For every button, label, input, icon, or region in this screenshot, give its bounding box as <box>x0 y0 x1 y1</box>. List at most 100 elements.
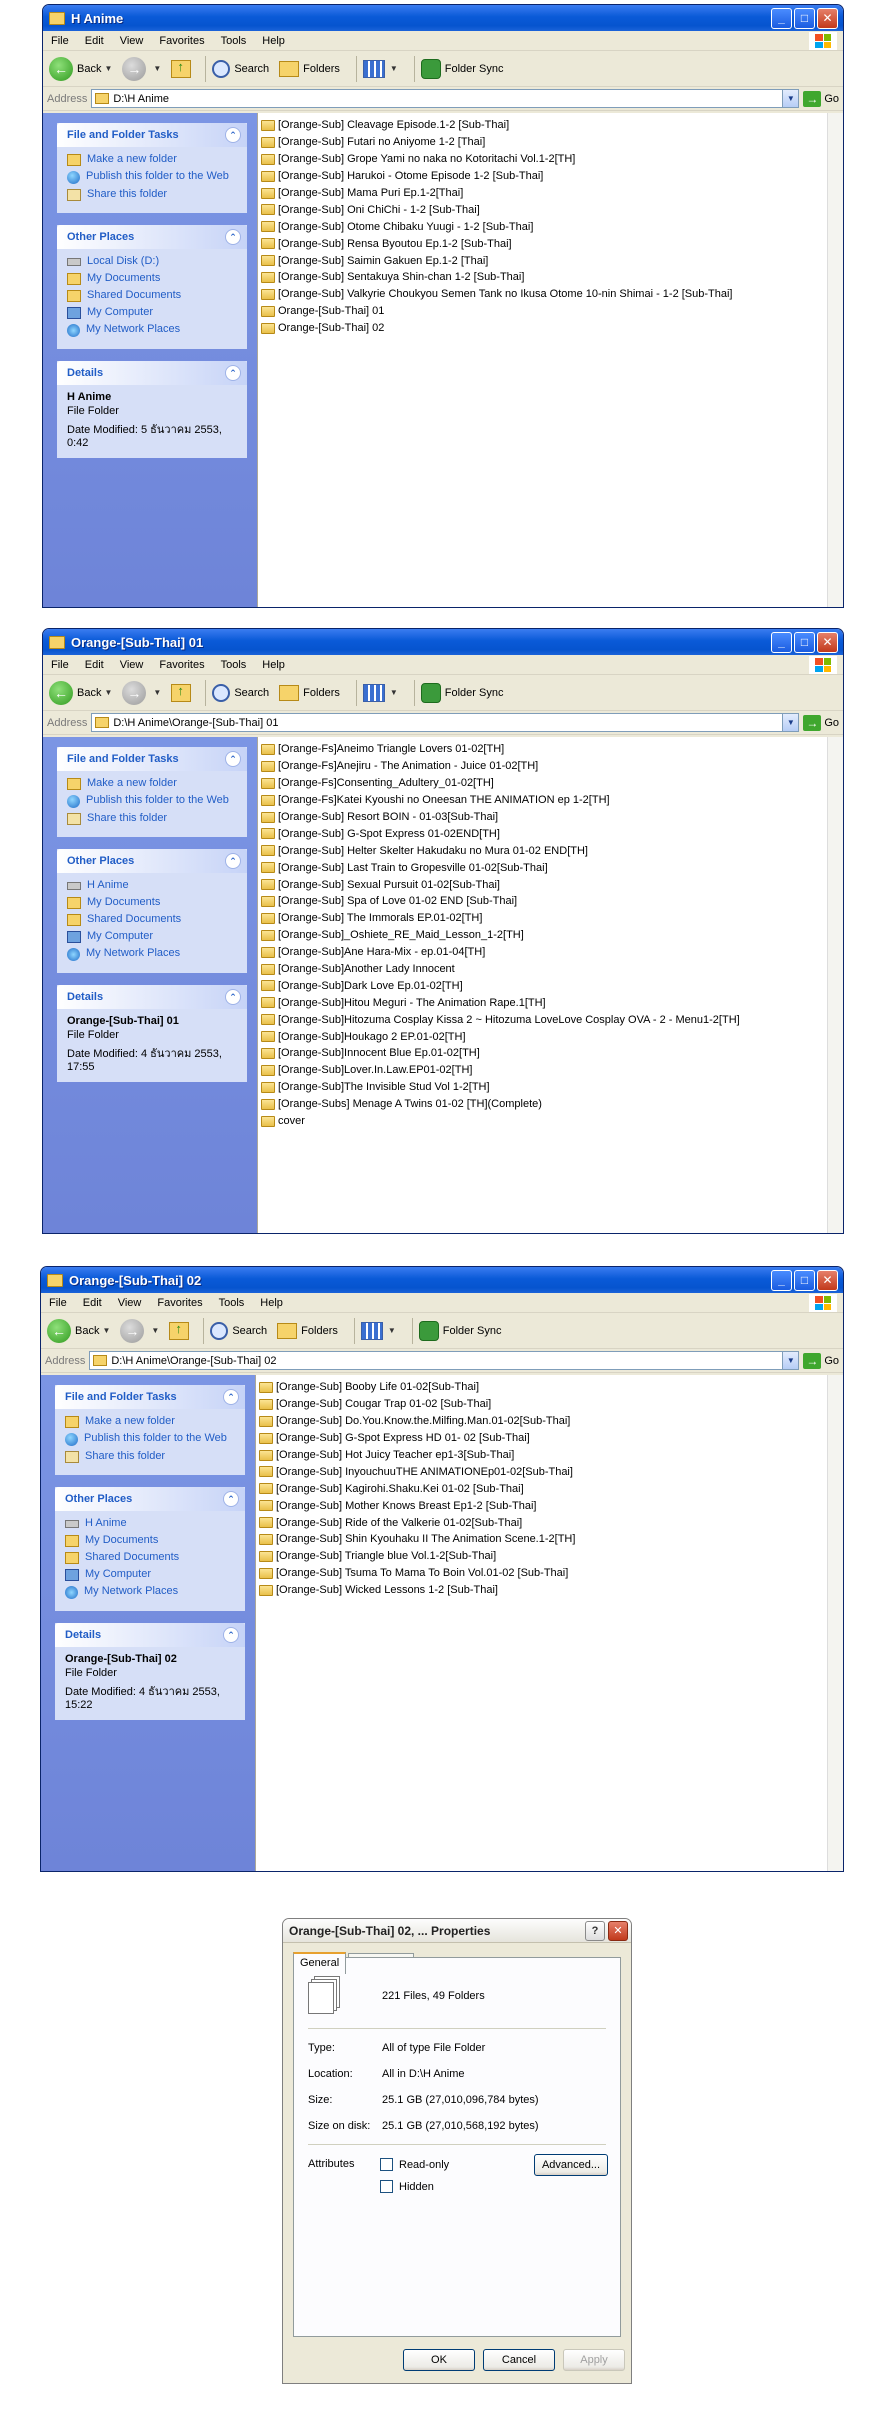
forward-button[interactable]: → ▼ <box>122 56 161 81</box>
make-new-folder-link[interactable]: Make a new folder <box>67 153 239 166</box>
views-button[interactable]: ▼ <box>362 59 398 78</box>
list-item[interactable]: [Orange-Sub] Kagirohi.Shaku.Kei 01-02 [S… <box>259 1480 843 1497</box>
menu-tools[interactable]: Tools <box>211 1297 253 1309</box>
folders-button[interactable]: Folders <box>279 684 340 701</box>
place-link[interactable]: Shared Documents <box>67 289 239 302</box>
folders-button[interactable]: Folders <box>277 1322 338 1339</box>
dialog-title-bar[interactable]: Orange-[Sub-Thai] 02, ... Properties ? ✕ <box>283 1919 631 1943</box>
collapse-icon[interactable]: ⌃ <box>225 853 241 869</box>
chevron-down-icon[interactable]: ▼ <box>151 1326 159 1335</box>
panel-header[interactable]: Other Places ⌃ <box>57 225 247 249</box>
list-item[interactable]: [Orange-Sub] InyouchuuTHE ANIMATIONEp01-… <box>259 1463 843 1480</box>
place-link[interactable]: My Computer <box>65 1568 237 1581</box>
panel-header[interactable]: Details ⌃ <box>57 985 247 1009</box>
help-button[interactable]: ? <box>585 1920 605 1941</box>
go-button[interactable]: → Go <box>803 1352 839 1369</box>
list-item[interactable]: [Orange-Sub]_Oshiete_RE_Maid_Lesson_1-2[… <box>261 927 843 944</box>
close-button[interactable]: ✕ <box>817 7 838 29</box>
list-item[interactable]: [Orange-Sub] Shin Kyouhaku II The Animat… <box>259 1531 843 1548</box>
views-button[interactable]: ▼ <box>362 683 398 702</box>
chevron-down-icon[interactable]: ▼ <box>153 688 161 697</box>
chevron-down-icon[interactable]: ▼ <box>782 1352 799 1369</box>
list-item[interactable]: [Orange-Sub] Valkyrie Choukyou Semen Tan… <box>261 286 843 303</box>
list-item[interactable]: [Orange-Sub]Hitozuma Cosplay Kissa 2 ~ H… <box>261 1011 843 1028</box>
list-item[interactable]: [Orange-Sub]Another Lady Innocent <box>261 961 843 978</box>
place-link[interactable]: Shared Documents <box>67 913 239 926</box>
back-button[interactable]: ← Back ▼ <box>49 680 112 705</box>
list-item[interactable]: [Orange-Sub] Helter Skelter Hakudaku no … <box>261 842 843 859</box>
up-folder-icon[interactable] <box>171 59 192 78</box>
list-item[interactable]: Orange-[Sub-Thai] 01 <box>261 303 843 320</box>
apply-button[interactable]: Apply <box>563 2349 625 2371</box>
readonly-checkbox[interactable]: Read-only <box>380 2158 449 2171</box>
publish-folder-link[interactable]: Publish this folder to the Web <box>67 170 239 184</box>
search-button[interactable]: Search <box>212 683 269 702</box>
list-item[interactable]: [Orange-Subs] Menage A Twins 01-02 [TH](… <box>261 1096 843 1113</box>
list-item[interactable]: [Orange-Sub] Mother Knows Breast Ep1-2 [… <box>259 1497 843 1514</box>
chevron-down-icon[interactable]: ▼ <box>104 64 112 73</box>
maximize-button[interactable]: □ <box>794 1269 815 1291</box>
list-item[interactable]: [Orange-Sub] Otome Chibaku Yuugi - 1-2 [… <box>261 218 843 235</box>
place-link[interactable]: My Computer <box>67 306 239 319</box>
list-item[interactable]: [Orange-Sub] Grope Yami no naka no Kotor… <box>261 151 843 168</box>
place-link[interactable]: Shared Documents <box>65 1551 237 1564</box>
up-folder-icon[interactable] <box>169 1321 190 1340</box>
list-item[interactable]: [Orange-Sub] Ride of the Valkerie 01-02[… <box>259 1514 843 1531</box>
place-link[interactable]: My Documents <box>65 1534 237 1547</box>
chevron-down-icon[interactable]: ▼ <box>782 714 799 731</box>
address-input[interactable]: D:\H Anime\Orange-[Sub-Thai] 02 ▼ <box>89 1351 800 1370</box>
menu-edit[interactable]: Edit <box>75 1297 110 1309</box>
minimize-button[interactable]: _ <box>771 631 792 653</box>
title-bar[interactable]: Orange-[Sub-Thai] 01 _ □ ✕ <box>43 629 843 655</box>
collapse-icon[interactable]: ⌃ <box>225 751 241 767</box>
close-button[interactable]: ✕ <box>608 1920 628 1941</box>
folders-button[interactable]: Folders <box>279 60 340 77</box>
chevron-down-icon[interactable]: ▼ <box>390 64 398 73</box>
place-link[interactable]: My Documents <box>67 272 239 285</box>
menu-file[interactable]: File <box>43 35 77 47</box>
list-item[interactable]: [Orange-Sub]Ane Hara-Mix - ep.01-04[TH] <box>261 944 843 961</box>
close-button[interactable]: ✕ <box>817 1269 838 1291</box>
list-item[interactable]: [Orange-Sub] G-Spot Express HD 01- 02 [S… <box>259 1430 843 1447</box>
maximize-button[interactable]: □ <box>794 631 815 653</box>
menu-favorites[interactable]: Favorites <box>151 35 212 47</box>
list-item[interactable]: [Orange-Sub] Booby Life 01-02[Sub-Thai] <box>259 1379 843 1396</box>
place-link[interactable]: My Computer <box>67 930 239 943</box>
chevron-down-icon[interactable]: ▼ <box>104 688 112 697</box>
list-item[interactable]: [Orange-Sub] Rensa Byoutou Ep.1-2 [Sub-T… <box>261 235 843 252</box>
list-item[interactable]: [Orange-Sub] Saimin Gakuen Ep.1-2 [Thai] <box>261 252 843 269</box>
go-button[interactable]: → Go <box>803 90 839 107</box>
forward-button[interactable]: → ▼ <box>122 680 161 705</box>
list-item[interactable]: [Orange-Sub] Sexual Pursuit 01-02[Sub-Th… <box>261 876 843 893</box>
menu-help[interactable]: Help <box>252 1297 291 1309</box>
ok-button[interactable]: OK <box>403 2349 475 2371</box>
hidden-checkbox[interactable]: Hidden <box>380 2180 434 2193</box>
list-item[interactable]: [Orange-Sub] The Immorals EP.01-02[TH] <box>261 910 843 927</box>
place-link[interactable]: My Network Places <box>67 947 239 961</box>
collapse-icon[interactable]: ⌃ <box>223 1491 239 1507</box>
search-button[interactable]: Search <box>212 59 269 78</box>
cancel-button[interactable]: Cancel <box>483 2349 555 2371</box>
menu-favorites[interactable]: Favorites <box>151 659 212 671</box>
vertical-scrollbar[interactable] <box>827 737 843 1233</box>
chevron-down-icon[interactable]: ▼ <box>782 90 799 107</box>
back-button[interactable]: ← Back ▼ <box>47 1318 110 1343</box>
list-item[interactable]: [Orange-Sub] Last Train to Gropesville 0… <box>261 859 843 876</box>
make-new-folder-link[interactable]: Make a new folder <box>65 1415 237 1428</box>
list-item[interactable]: [Orange-Fs]Aneimo Triangle Lovers 01-02[… <box>261 741 843 758</box>
list-item[interactable]: [Orange-Sub] Cougar Trap 01-02 [Sub-Thai… <box>259 1396 843 1413</box>
menu-help[interactable]: Help <box>254 35 293 47</box>
collapse-icon[interactable]: ⌃ <box>223 1389 239 1405</box>
address-input[interactable]: D:\H Anime ▼ <box>91 89 800 108</box>
list-item[interactable]: cover <box>261 1113 843 1130</box>
place-link[interactable]: My Network Places <box>65 1585 237 1599</box>
close-button[interactable]: ✕ <box>817 631 838 653</box>
advanced-button[interactable]: Advanced... <box>534 2154 608 2176</box>
vertical-scrollbar[interactable] <box>827 113 843 607</box>
checkbox-box[interactable] <box>380 2158 393 2171</box>
menu-favorites[interactable]: Favorites <box>149 1297 210 1309</box>
share-folder-link[interactable]: Share this folder <box>65 1450 237 1463</box>
menu-file[interactable]: File <box>41 1297 75 1309</box>
list-item[interactable]: [Orange-Sub] Oni ChiChi - 1-2 [Sub-Thai] <box>261 201 843 218</box>
list-item[interactable]: [Orange-Sub] Do.You.Know.the.Milfing.Man… <box>259 1413 843 1430</box>
